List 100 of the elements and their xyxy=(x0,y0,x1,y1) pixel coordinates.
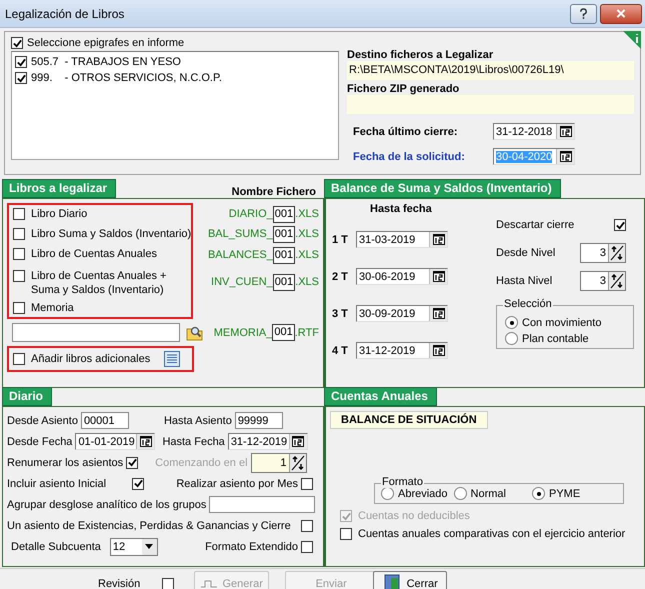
tab[interactable]: BALANCE DE SITUACIÓN xyxy=(330,411,488,429)
checkbox[interactable] xyxy=(15,56,27,68)
field-label: Comenzando en el xyxy=(155,456,248,468)
quarter-label: 2 T xyxy=(332,270,346,282)
checkbox[interactable] xyxy=(13,302,25,314)
column-header: Nombre Fichero xyxy=(232,186,316,198)
checkbox[interactable] xyxy=(301,540,313,552)
text-field[interactable]: 00001 xyxy=(80,412,129,429)
calendar-button[interactable] xyxy=(429,269,447,284)
checkbox-label: Seleccione epigrafes en informe xyxy=(27,37,184,49)
checkbox[interactable] xyxy=(11,37,23,49)
checkbox[interactable] xyxy=(13,228,25,240)
checkbox-label: Libro de Cuentas Anuales xyxy=(31,247,157,261)
radio-button[interactable] xyxy=(454,487,467,500)
number-field[interactable]: 001 xyxy=(272,206,296,222)
section-header: Diario xyxy=(2,387,52,406)
radio-label: PYME xyxy=(549,488,580,500)
calendar-button[interactable] xyxy=(556,149,574,164)
checkbox[interactable] xyxy=(13,208,25,220)
checkbox[interactable] xyxy=(126,456,138,468)
number-spinner[interactable]: 3 xyxy=(580,271,626,291)
calendar-button[interactable] xyxy=(429,232,447,247)
file-prefix: DIARIO_ xyxy=(228,208,273,220)
checkbox[interactable] xyxy=(15,72,27,84)
radio-label: Con movimiento xyxy=(522,316,602,328)
field-label: Agrupar desglose analítico de los grupos xyxy=(7,498,206,510)
radio-button[interactable] xyxy=(505,316,518,329)
spinner-button[interactable] xyxy=(608,272,625,290)
memoria-path-field[interactable] xyxy=(12,323,180,342)
number-field[interactable]: 001 xyxy=(272,274,296,290)
section-header: Cuentas Anuales xyxy=(324,387,437,406)
date-field[interactable]: 01-01-2019 xyxy=(75,433,156,450)
file-extension: .XLS xyxy=(295,276,319,288)
close-button[interactable]: Cerrar xyxy=(373,571,448,589)
pulse-icon xyxy=(200,580,216,588)
checkbox[interactable] xyxy=(301,520,313,532)
checkbox[interactable] xyxy=(13,248,25,260)
field-label: Desde Fecha xyxy=(7,436,72,448)
help-button[interactable] xyxy=(570,4,597,24)
date-field[interactable]: 31-12-2019 xyxy=(228,433,308,450)
date-field[interactable]: 31-03-2019 xyxy=(356,231,448,248)
file-extension: .RTF xyxy=(294,326,319,338)
radio-label: Normal xyxy=(470,488,506,500)
date-field[interactable]: 30-09-2019 xyxy=(356,305,448,322)
date-field[interactable]: 31-12-2018 xyxy=(493,123,575,140)
radio-button[interactable] xyxy=(505,332,518,345)
radio-button[interactable] xyxy=(381,487,394,500)
checkbox-label: Memoria xyxy=(31,301,74,315)
file-prefix: MEMORIA_ xyxy=(214,326,272,338)
folder-search-icon[interactable] xyxy=(186,324,204,340)
checkbox[interactable] xyxy=(162,578,174,589)
checkbox-label: Libro Diario xyxy=(31,207,88,221)
calendar-button[interactable] xyxy=(556,124,574,139)
checkbox[interactable] xyxy=(614,219,626,231)
field-label: Hasta Nivel xyxy=(496,275,552,287)
number-field[interactable]: 001 xyxy=(272,324,295,341)
date-field[interactable]: 30-06-2019 xyxy=(356,268,448,285)
number-spinner[interactable]: 3 xyxy=(580,243,626,263)
checkbox-label: Libro Suma y Saldos (Inventario) xyxy=(31,227,192,241)
info-corner-icon[interactable] xyxy=(623,31,641,49)
field-label: Destino ficheros a Legalizar xyxy=(347,49,494,61)
checkbox-label: Un asiento de Existencias, Perdidas & Ganancias y Cierre xyxy=(7,520,292,532)
date-field[interactable]: 31-12-2019 xyxy=(356,342,448,359)
close-button[interactable] xyxy=(600,4,642,24)
checkbox-label: Descartar cierre xyxy=(496,219,574,231)
quarter-label: 4 T xyxy=(332,344,346,356)
calendar-button[interactable] xyxy=(429,306,447,321)
spinner-button[interactable] xyxy=(608,244,625,262)
text-field[interactable] xyxy=(209,496,315,513)
field-label: Fichero ZIP generado xyxy=(347,83,460,95)
dropdown[interactable]: 12 xyxy=(110,538,158,556)
calendar-button[interactable] xyxy=(136,434,154,449)
list-icon[interactable] xyxy=(164,351,180,367)
checkbox[interactable] xyxy=(13,353,25,365)
checkbox[interactable] xyxy=(13,270,25,282)
section-header: Balance de Suma y Saldos (Inventario) xyxy=(324,179,561,198)
question-icon xyxy=(579,8,588,19)
field-label: Fecha de la solicitud: xyxy=(353,150,466,162)
number-field[interactable]: 001 xyxy=(272,226,296,242)
list-item[interactable]: 505.7 - TRABAJOS EN YESO xyxy=(31,56,181,68)
radio-label: Abreviado xyxy=(398,488,448,500)
calendar-button[interactable] xyxy=(429,343,447,358)
group-label: Formato xyxy=(381,476,424,488)
number-field[interactable]: 001 xyxy=(272,246,296,264)
column-header: Hasta fecha xyxy=(370,203,433,215)
list-item[interactable]: 999. - OTROS SERVICIOS, N.C.O.P. xyxy=(31,72,222,84)
checkbox[interactable] xyxy=(340,528,352,540)
checkbox-label: Formato Extendido xyxy=(205,540,298,552)
text-field[interactable]: 99999 xyxy=(234,412,283,429)
quarter-label: 1 T xyxy=(332,234,346,246)
spinner-button[interactable] xyxy=(288,454,306,472)
close-icon xyxy=(616,9,626,18)
calendar-button[interactable] xyxy=(288,434,307,449)
radio-button[interactable] xyxy=(532,487,545,500)
checkbox[interactable] xyxy=(301,478,313,490)
checkbox-label: Cuentas no deducibles xyxy=(358,510,470,522)
file-extension: .XLS xyxy=(295,249,319,261)
path-field[interactable]: R:\BETA\MSCONTA\2019\Libros\00726L19\ xyxy=(347,61,634,80)
checkbox[interactable] xyxy=(132,478,144,490)
file-prefix: BALANCES_ xyxy=(208,249,273,261)
